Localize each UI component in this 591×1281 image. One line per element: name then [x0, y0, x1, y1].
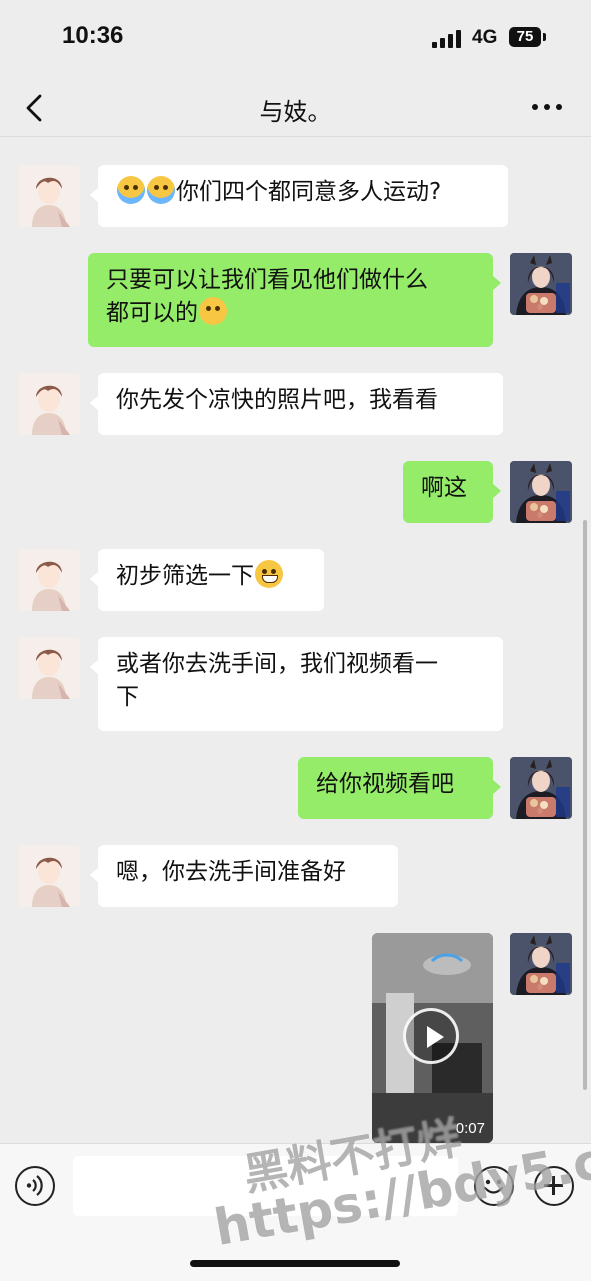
network-type: 4G: [472, 27, 498, 48]
message-text-line: 下: [116, 684, 139, 710]
message-text-line: 都可以的: [106, 300, 198, 326]
video-duration: 0:07: [455, 1120, 485, 1137]
smiley-icon: [483, 1179, 504, 1194]
video-message[interactable]: 0:07: [372, 933, 493, 1143]
message-text: 给你视频看吧: [316, 771, 454, 797]
chat-title: 与妓。: [259, 98, 332, 126]
message-bubble[interactable]: 嗯，你去洗手间准备好: [90, 845, 398, 907]
my-avatar[interactable]: [510, 757, 572, 819]
play-button[interactable]: [403, 1008, 459, 1064]
contact-avatar[interactable]: [18, 549, 80, 611]
message-bubble[interactable]: 或者你去洗手间，我们视频看一 下: [90, 637, 503, 731]
message-text-line: 只要可以让我们看见他们做什么: [106, 267, 428, 293]
message-bubble[interactable]: 啊这: [403, 461, 501, 523]
message-bubble[interactable]: 你们四个都同意多人运动?: [90, 165, 508, 227]
crying-face-icon: [147, 176, 175, 204]
add-button[interactable]: [534, 1166, 574, 1206]
message-input[interactable]: [73, 1156, 458, 1216]
message-text: 嗯，你去洗手间准备好: [116, 859, 346, 885]
contact-avatar[interactable]: [18, 637, 80, 699]
message-text: 你们四个都同意多人运动?: [176, 179, 442, 205]
message-text: 初步筛选一下: [116, 563, 254, 589]
message-bubble[interactable]: 初步筛选一下: [90, 549, 324, 611]
my-avatar[interactable]: [510, 933, 572, 995]
pleading-face-icon: [199, 297, 227, 325]
my-avatar[interactable]: [510, 253, 572, 315]
chat-header: 与妓。: [0, 80, 591, 137]
status-time: 10:36: [62, 22, 124, 49]
message-bubble[interactable]: 给你视频看吧: [298, 757, 501, 819]
status-bar: 10:36 4G 75: [0, 0, 591, 80]
voice-icon: [26, 1175, 43, 1196]
battery-tip: [543, 33, 546, 41]
message-text-line: 或者你去洗手间，我们视频看一: [116, 651, 438, 677]
signal-icon: [432, 30, 464, 48]
message-bubble[interactable]: 你先发个凉快的照片吧，我看看: [90, 373, 503, 435]
my-avatar[interactable]: [510, 461, 572, 523]
more-button[interactable]: [527, 92, 567, 122]
emoji-button[interactable]: [474, 1166, 514, 1206]
crying-face-icon: [117, 176, 145, 204]
contact-avatar[interactable]: [18, 373, 80, 435]
message-bubble[interactable]: 只要可以让我们看见他们做什么 都可以的: [88, 253, 501, 347]
more-icon: [532, 104, 562, 110]
contact-avatar[interactable]: [18, 845, 80, 907]
message-text: 你先发个凉快的照片吧，我看看: [116, 387, 438, 413]
message-text: 啊这: [421, 475, 467, 501]
contact-avatar[interactable]: [18, 165, 80, 227]
scrollbar[interactable]: [583, 520, 587, 1090]
battery-icon: 75: [509, 27, 541, 47]
home-indicator: [190, 1260, 400, 1267]
grinning-face-icon: [255, 560, 283, 588]
input-bar: [0, 1143, 591, 1281]
voice-button[interactable]: [15, 1166, 55, 1206]
